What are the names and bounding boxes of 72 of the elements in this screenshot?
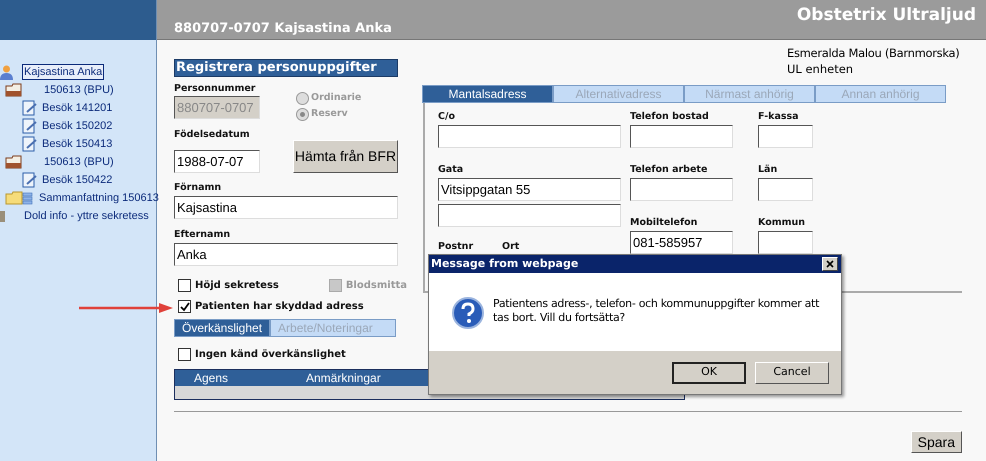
tree-item[interactable]: Besök 150202 <box>40 118 114 134</box>
field-label: C/o <box>438 111 456 123</box>
folder-icon <box>5 83 22 97</box>
input-field[interactable] <box>438 204 621 227</box>
close-icon <box>826 260 834 268</box>
tree-item[interactable]: Dold info - yttre sekretess <box>22 208 151 224</box>
dialog-title: Message from webpage <box>431 256 578 272</box>
field-label: Ort <box>502 241 520 253</box>
field-label: Gata <box>438 164 464 176</box>
field-label: Telefon bostad <box>630 111 710 123</box>
input-field[interactable]: Kajsastina <box>174 196 398 219</box>
checkbox-label: Patienten har skyddad adress <box>195 300 364 312</box>
field-label: Mobiltelefon <box>630 217 698 229</box>
question-icon <box>452 297 484 329</box>
checkbox[interactable] <box>178 348 191 361</box>
person-icon <box>0 64 13 80</box>
field-label: Kommun <box>758 217 806 229</box>
radio-label: Ordinarie <box>311 92 362 104</box>
folder-icon <box>5 155 22 169</box>
document-pencil-icon <box>22 118 37 134</box>
tab[interactable]: Överkänslighet <box>174 319 270 337</box>
tree-item[interactable]: Besök 141201 <box>40 100 114 116</box>
field-label: Födelsedatum <box>174 129 251 141</box>
checkbox-label: Blodsmitta <box>346 280 407 292</box>
field-label: Efternamn <box>174 229 232 241</box>
field-label: Postnr <box>438 241 474 253</box>
input-field[interactable] <box>630 178 733 201</box>
checkbox-label: Höjd sekretess <box>195 280 279 292</box>
field-label: Personnummer <box>174 83 256 95</box>
input-field[interactable] <box>630 125 733 148</box>
unit-name: UL enheten <box>787 61 854 77</box>
tab[interactable]: Mantalsadress <box>422 85 553 103</box>
input-field[interactable] <box>438 125 621 148</box>
input-field[interactable] <box>758 231 813 254</box>
column-header: Agens <box>193 370 230 386</box>
patient-title: 880707-0707 Kajsastina Anka <box>174 20 392 38</box>
tree-item[interactable]: 150613 (BPU) <box>42 154 116 170</box>
radio-button[interactable] <box>296 108 309 120</box>
tree-item[interactable]: Kajsastina Anka <box>22 64 104 80</box>
fetch-button[interactable]: Hämta från BFR <box>293 140 398 173</box>
tree-item[interactable]: Sammanfattning 150613 <box>37 190 161 206</box>
dialog-message: Patientens adress-, telefon- och kommunuppgifter kommer att tas bort. Vill du fortsätta? <box>493 297 820 325</box>
dialog-button[interactable]: OK <box>672 362 746 384</box>
input-field[interactable]: 081-585957 <box>630 231 733 254</box>
radio-button[interactable] <box>296 92 309 104</box>
column-header: Anmärkningar <box>306 370 382 386</box>
field-label: Förnamn <box>174 182 222 194</box>
tree-item[interactable]: 150613 (BPU) <box>42 82 116 98</box>
radio-label: Reserv <box>311 108 348 120</box>
save-button[interactable]: Spara <box>910 431 962 453</box>
input-field[interactable]: Vitsippgatan 55 <box>438 178 621 201</box>
field-label: F-kassa <box>758 111 800 123</box>
tree-item[interactable]: Besök 150422 <box>40 172 114 188</box>
dialog-button[interactable]: Cancel <box>755 362 829 384</box>
checkbox[interactable] <box>178 279 191 292</box>
document-pencil-icon <box>22 172 37 188</box>
tree-item[interactable]: Besök 150413 <box>40 136 114 152</box>
section-title: Registrera personuppgifter <box>174 59 398 77</box>
input-field[interactable]: 1988-07-07 <box>174 150 260 173</box>
checkbox[interactable] <box>178 300 191 313</box>
checkbox-label: Ingen känd överkänslighet <box>195 348 346 360</box>
close-button[interactable] <box>822 257 838 271</box>
document-pencil-icon <box>22 136 37 152</box>
document-pencil-icon <box>22 100 37 116</box>
input-field[interactable] <box>758 178 813 201</box>
user-name: Esmeralda Malou (Barnmorska) <box>787 45 960 61</box>
input-field[interactable]: Anka <box>174 243 398 266</box>
field-label: Län <box>758 164 778 176</box>
field-label: Telefon arbete <box>630 164 708 176</box>
folder-list-icon <box>5 191 33 205</box>
input-field[interactable] <box>758 125 813 148</box>
app-title: Obstetrix Ultraljud <box>796 4 976 27</box>
